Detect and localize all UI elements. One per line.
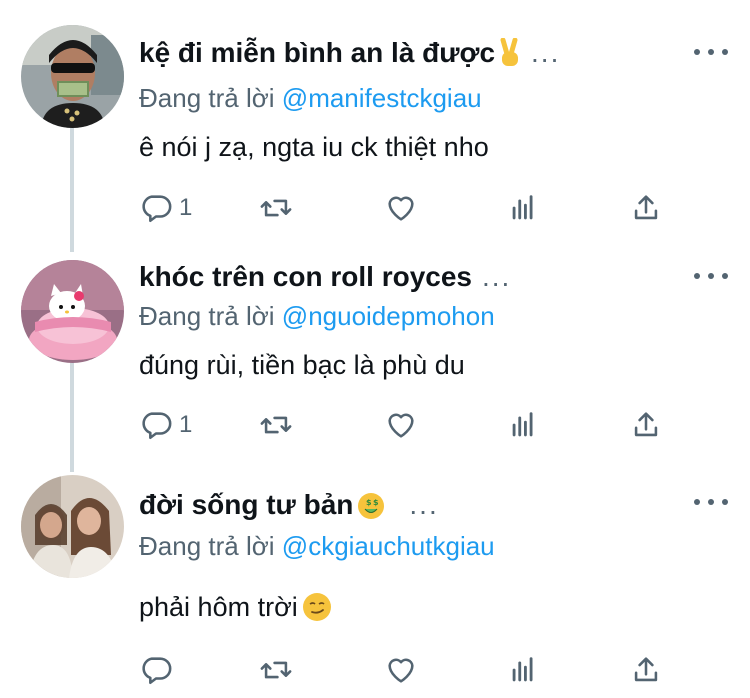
reply-button[interactable] xyxy=(139,650,179,690)
reply-count: 1 xyxy=(179,194,193,221)
reply-button[interactable]: 1 xyxy=(139,188,192,228)
more-icon[interactable] xyxy=(694,266,728,286)
share-icon xyxy=(629,191,663,225)
share-button[interactable] xyxy=(629,188,663,228)
display-name-text: kệ đi miễn bình an là được xyxy=(139,37,496,68)
name-ellipsis: ... xyxy=(531,37,561,68)
like-button[interactable] xyxy=(384,405,418,445)
svg-text:$: $ xyxy=(366,498,372,507)
avatar[interactable] xyxy=(21,260,124,363)
retweet-icon xyxy=(259,191,293,225)
reply-icon xyxy=(139,653,173,687)
reply-prefix: Đang trả lời xyxy=(139,301,275,331)
views-icon xyxy=(507,191,541,225)
smirking-face-icon xyxy=(302,592,332,630)
retweet-button[interactable] xyxy=(259,405,293,445)
display-name[interactable]: khóc trên con roll royces... xyxy=(139,260,511,294)
retweet-icon xyxy=(259,408,293,442)
share-button[interactable] xyxy=(629,650,663,690)
tweet-text: phải hôm trời xyxy=(139,590,332,630)
money-mouth-face-icon: $ $ xyxy=(357,492,385,528)
name-ellipsis: ... xyxy=(482,261,512,292)
share-button[interactable] xyxy=(629,405,663,445)
avatar-image xyxy=(21,475,124,578)
views-button[interactable] xyxy=(507,650,541,690)
tweet-text: đúng rùi, tiền bạc là phù du xyxy=(139,350,465,380)
reply-handle-link[interactable]: @manifestckgiau xyxy=(282,83,482,113)
views-icon xyxy=(507,408,541,442)
action-bar xyxy=(139,650,679,690)
reply-count: 1 xyxy=(179,411,193,438)
display-name[interactable]: kệ đi miễn bình an là được ... xyxy=(139,36,560,76)
views-button[interactable] xyxy=(507,405,541,445)
like-icon xyxy=(384,408,418,442)
retweet-button[interactable] xyxy=(259,650,293,690)
display-name-text: khóc trên con roll royces xyxy=(139,261,472,292)
share-icon xyxy=(629,653,663,687)
reply-context: Đang trả lời @ckgiauchutkgiau xyxy=(139,530,495,562)
views-button[interactable] xyxy=(507,188,541,228)
reply-handle-link[interactable]: @ckgiauchutkgiau xyxy=(282,531,495,561)
action-bar: 1 xyxy=(139,188,679,228)
tweet[interactable]: kệ đi miễn bình an là được ... Đang trả … xyxy=(0,0,750,250)
reply-icon xyxy=(139,408,173,442)
reply-context: Đang trả lời @nguoidepmohon xyxy=(139,300,495,332)
reply-context: Đang trả lời @manifestckgiau xyxy=(139,82,482,114)
retweet-button[interactable] xyxy=(259,188,293,228)
reply-prefix: Đang trả lời xyxy=(139,83,275,113)
display-name[interactable]: đời sống tư bản $ $ ... xyxy=(139,488,439,528)
avatar[interactable] xyxy=(21,475,124,578)
victory-hand-icon xyxy=(499,37,521,76)
display-name-text: đời sống tư bản xyxy=(139,489,354,520)
action-bar: 1 xyxy=(139,405,679,445)
avatar[interactable] xyxy=(21,25,124,128)
reply-button[interactable]: 1 xyxy=(139,405,192,445)
svg-text:$: $ xyxy=(373,498,379,507)
reply-prefix: Đang trả lời xyxy=(139,531,275,561)
more-icon[interactable] xyxy=(694,492,728,512)
name-ellipsis: ... xyxy=(409,489,439,520)
like-button[interactable] xyxy=(384,188,418,228)
retweet-icon xyxy=(259,653,293,687)
tweet[interactable]: đời sống tư bản $ $ ... Đang trả lời @ckg… xyxy=(0,472,750,698)
avatar-image xyxy=(21,260,124,363)
like-icon xyxy=(384,653,418,687)
reply-icon xyxy=(139,191,173,225)
tweet-text: ê nói j zạ, ngta iu ck thiệt nho xyxy=(139,132,489,162)
avatar-image xyxy=(21,25,124,128)
like-icon xyxy=(384,191,418,225)
more-icon[interactable] xyxy=(694,42,728,62)
share-icon xyxy=(629,408,663,442)
like-button[interactable] xyxy=(384,650,418,690)
reply-handle-link[interactable]: @nguoidepmohon xyxy=(282,301,495,331)
views-icon xyxy=(507,653,541,687)
tweet-text-content: phải hôm trời xyxy=(139,592,298,622)
tweet[interactable]: khóc trên con roll royces... Đang trả lờ… xyxy=(0,250,750,472)
